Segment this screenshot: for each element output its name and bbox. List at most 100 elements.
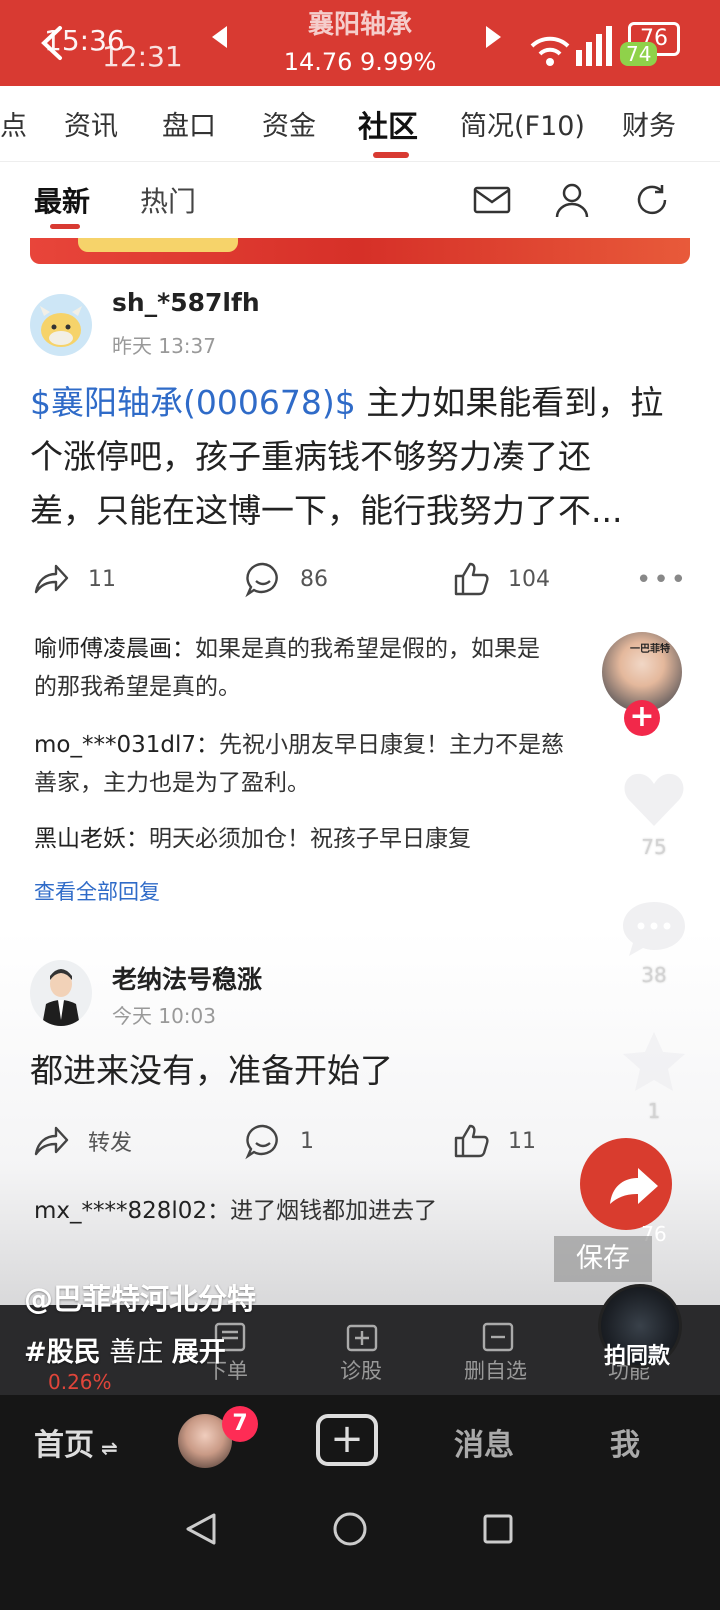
reply-text: 先祝小朋友早日康复！主力不是慈 <box>219 732 564 758</box>
comment-count: 1 <box>300 1128 314 1154</box>
reply-item[interactable]: mo_***031dl7：先祝小朋友早日康复！主力不是慈善家，主力也是为了盈利。 <box>34 726 654 802</box>
share-icon <box>34 564 69 594</box>
like-button[interactable]: 11 <box>452 1122 536 1160</box>
post-author[interactable]: sh_*587lfh <box>112 288 260 317</box>
system-nav-bar <box>0 1485 720 1610</box>
video-like-count: 75 <box>641 835 667 859</box>
system-recents-icon[interactable] <box>482 1513 514 1545</box>
battery-percent: 74 <box>620 42 658 66</box>
reply-user[interactable]: mo_***031dl7： <box>34 732 219 758</box>
tab-points[interactable]: 点 <box>0 104 27 143</box>
tab-finance[interactable]: 财务 <box>622 104 676 143</box>
tab-funds[interactable]: 资金 <box>262 104 316 143</box>
reply-user[interactable]: mx_****828l02： <box>34 1198 230 1224</box>
tab-hot[interactable]: 热门 <box>140 180 196 220</box>
post-text-line-2: 个涨停吧，孩子重病钱不够努力凑了还 <box>30 437 591 476</box>
nav-home[interactable]: 首页 ⇌ <box>34 1420 118 1464</box>
next-stock-icon[interactable] <box>486 26 501 48</box>
video-caption[interactable]: #股民 善庄 展开 <box>24 1330 226 1369</box>
avatar-label: 一巴菲特 <box>630 644 670 655</box>
remove-watchlist-button[interactable]: 删自选 <box>464 1355 527 1385</box>
like-count: 11 <box>508 1128 536 1154</box>
create-plus-button[interactable]: + <box>316 1414 378 1466</box>
star-icon <box>623 1032 685 1091</box>
user-icon[interactable] <box>552 180 592 220</box>
remove-watchlist-icon[interactable] <box>480 1320 516 1354</box>
favorite-video-button[interactable]: 1 <box>612 1030 696 1123</box>
share-label: 转发 <box>88 1131 133 1156</box>
system-home-icon[interactable] <box>332 1511 368 1547</box>
comment-icon <box>245 1124 278 1160</box>
like-video-button[interactable]: 75 <box>612 770 696 859</box>
reply-text-cont: 善家，主力也是为了盈利。 <box>34 770 310 796</box>
nav-me[interactable]: 我 <box>610 1420 640 1464</box>
post-text-line-1: 主力如果能看到，拉 <box>355 383 664 422</box>
comment-bubble-icon <box>623 902 685 956</box>
share-count: 11 <box>88 566 116 592</box>
like-count: 104 <box>508 566 550 592</box>
thumbs-up-icon <box>454 1124 489 1158</box>
reply-text: 如果是真的我希望是假的，如果是 <box>195 636 540 662</box>
comment-button[interactable]: 86 <box>244 560 328 598</box>
nav-messages[interactable]: 消息 <box>454 1420 514 1464</box>
post-body[interactable]: $襄阳轴承(000678)$ 主力如果能看到，拉 个涨停吧，孩子重病钱不够努力凑… <box>30 376 690 538</box>
post-body[interactable]: 都进来没有，准备开始了 <box>30 1044 393 1098</box>
active-tab-indicator <box>373 152 409 158</box>
cow-avatar-icon <box>40 306 82 347</box>
tab-latest[interactable]: 最新 <box>34 180 90 220</box>
latest-underline <box>50 224 80 229</box>
reply-item[interactable]: 黑山老妖：明天必须加仓！祝孩子早日康复 <box>34 820 634 858</box>
reply-text: 进了烟钱都加进去了 <box>230 1198 438 1224</box>
see-all-replies-link[interactable]: 查看全部回复 <box>34 876 160 906</box>
caption-hashtag[interactable]: #股民 <box>24 1337 101 1368</box>
more-icon[interactable]: ••• <box>636 565 688 595</box>
share-video-button[interactable] <box>580 1138 672 1230</box>
tab-community[interactable]: 社区 <box>358 102 418 146</box>
reply-item[interactable]: 喻师傅凌晨画：如果是真的我希望是假的，如果是的那我希望是真的。 <box>34 630 634 706</box>
post-author[interactable]: 老纳法号稳涨 <box>112 960 262 996</box>
screen: 15:36 12:31 襄阳轴承 14.76 9.99% 76 74 点 资讯 … <box>0 0 720 1610</box>
mail-icon[interactable] <box>472 180 512 220</box>
comment-icon <box>245 562 278 598</box>
heart-icon <box>624 773 684 826</box>
comment-button[interactable]: 1 <box>244 1122 314 1160</box>
cartoon-man-avatar-icon <box>42 969 80 1026</box>
save-button[interactable]: 保存 <box>554 1236 652 1282</box>
video-favorite-count: 1 <box>647 1099 661 1123</box>
post-time: 今天 10:03 <box>112 1004 216 1028</box>
reply-item[interactable]: mx_****828l02：进了烟钱都加进去了 <box>34 1192 437 1230</box>
refresh-icon[interactable] <box>632 180 672 220</box>
system-back-icon[interactable] <box>184 1511 218 1547</box>
stock-tag-link[interactable]: $襄阳轴承(000678)$ <box>30 383 356 422</box>
use-template-button[interactable]: 拍同款 <box>604 1338 670 1370</box>
post-text-line-3: 差，只能在这博一下，能行我努力了不... <box>30 491 623 530</box>
comment-video-button[interactable]: 38 <box>612 898 696 987</box>
promo-banner[interactable] <box>30 238 690 264</box>
share-arrow-icon <box>610 1168 658 1204</box>
change-percent: 0.26% <box>48 1370 112 1394</box>
stock-tabs: 点 资讯 盘口 资金 社区 简况(F10) 财务 <box>0 86 720 162</box>
follow-plus-icon[interactable]: + <box>624 700 660 736</box>
video-comment-count: 38 <box>641 963 667 987</box>
stock-header: 15:36 12:31 襄阳轴承 14.76 9.99% 76 74 <box>0 0 720 86</box>
avatar[interactable] <box>30 294 92 356</box>
like-button[interactable]: 104 <box>452 560 550 598</box>
share-button[interactable]: 转发 <box>32 1122 132 1160</box>
avatar[interactable] <box>30 960 92 1026</box>
expand-link[interactable]: 展开 <box>172 1337 226 1368</box>
tab-orderbook[interactable]: 盘口 <box>162 104 216 143</box>
reply-text: 明天必须加仓！祝孩子早日康复 <box>149 826 471 852</box>
tab-news[interactable]: 资讯 <box>64 104 118 143</box>
diagnose-button[interactable]: 诊股 <box>340 1355 382 1385</box>
post-time: 昨天 13:37 <box>112 334 216 358</box>
notification-badge: 7 <box>222 1406 258 1442</box>
reply-user[interactable]: 喻师傅凌晨画： <box>34 636 195 662</box>
creator-handle[interactable]: @巴菲特河北分特 <box>24 1276 256 1318</box>
community-subheader: 最新 热门 <box>0 162 720 240</box>
share-button[interactable]: 11 <box>32 560 116 598</box>
reply-text-cont: 的那我希望是真的。 <box>34 674 241 700</box>
diagnose-icon[interactable] <box>344 1320 380 1354</box>
tab-profile-f10[interactable]: 简况(F10) <box>460 104 585 143</box>
reply-user[interactable]: 黑山老妖： <box>34 826 149 852</box>
thumbs-up-icon <box>454 562 489 596</box>
